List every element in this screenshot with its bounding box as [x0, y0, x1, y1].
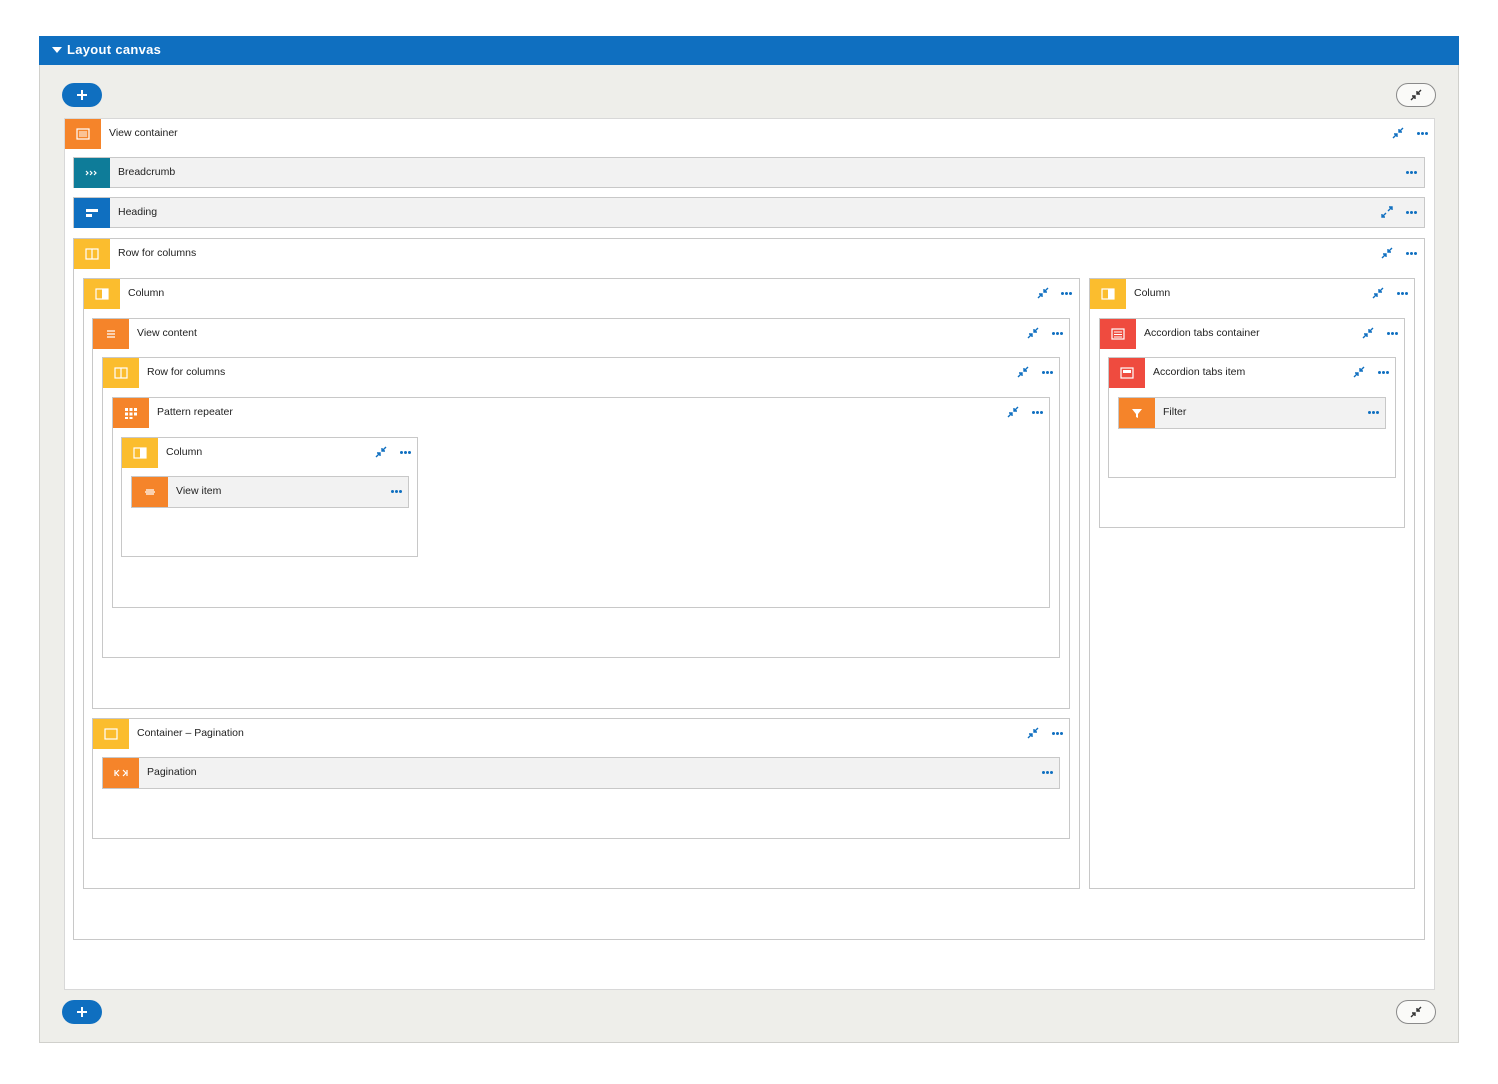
accordion-icon [1100, 319, 1136, 349]
collapse-icon[interactable] [1392, 127, 1404, 139]
collapse-all-button-top[interactable] [1396, 83, 1436, 107]
pagination-element[interactable]: Pagination [102, 757, 1060, 789]
container-icon [93, 719, 129, 749]
element-label: Heading [118, 206, 158, 218]
add-element-button-top[interactable] [62, 83, 102, 107]
element-label: Column [166, 446, 203, 458]
element-label: Column [128, 287, 165, 299]
collapse-icon[interactable] [1037, 287, 1049, 299]
element-label: Column [1134, 287, 1171, 299]
collapse-icon[interactable] [1027, 727, 1039, 739]
element-label: Pagination [147, 766, 197, 778]
heading-icon [74, 198, 110, 228]
list-icon [65, 119, 101, 149]
collapse-all-button-bottom[interactable] [1396, 1000, 1436, 1024]
collapse-icon[interactable] [1353, 366, 1365, 378]
element-label: Pattern repeater [157, 406, 233, 418]
breadcrumb-icon [74, 158, 110, 188]
more-options-icon[interactable] [391, 488, 405, 496]
more-options-icon[interactable] [1406, 209, 1420, 217]
more-options-icon[interactable] [1052, 730, 1066, 738]
collapse-icon[interactable] [1027, 327, 1039, 339]
list-icon [93, 319, 129, 349]
expand-icon[interactable] [1381, 206, 1393, 218]
accordion-icon [1109, 358, 1145, 388]
more-options-icon[interactable] [1032, 409, 1046, 417]
collapse-icon[interactable] [1007, 406, 1019, 418]
caret-down-icon [52, 47, 62, 53]
element-label: View container [109, 127, 178, 139]
filter-element[interactable]: Filter [1118, 397, 1386, 429]
item-icon [132, 477, 168, 507]
more-options-icon[interactable] [1368, 409, 1382, 417]
columns-icon [103, 358, 139, 388]
filter-icon [1119, 398, 1155, 428]
element-label: Row for columns [147, 366, 226, 378]
layout-canvas-header[interactable]: Layout canvas [39, 36, 1459, 65]
more-options-icon[interactable] [1387, 330, 1401, 338]
pagination-icon [103, 758, 139, 788]
element-label: Filter [1163, 406, 1187, 418]
columns-icon [74, 239, 110, 269]
more-options-icon[interactable] [400, 449, 414, 457]
panel-title: Layout canvas [67, 42, 162, 57]
element-label: Breadcrumb [118, 166, 176, 178]
compress-icon [1410, 89, 1422, 101]
heading-element[interactable]: Heading [73, 197, 1425, 228]
element-label: Row for columns [118, 247, 197, 259]
breadcrumb-element[interactable]: Breadcrumb [73, 157, 1425, 188]
column-icon [1090, 279, 1126, 309]
element-label: Accordion tabs container [1144, 327, 1260, 339]
more-options-icon[interactable] [1397, 290, 1411, 298]
compress-icon [1410, 1006, 1422, 1018]
collapse-icon[interactable] [1017, 366, 1029, 378]
element-label: View item [176, 485, 222, 497]
more-options-icon[interactable] [1378, 369, 1392, 377]
more-options-icon[interactable] [1052, 330, 1066, 338]
element-label: Container – Pagination [137, 727, 244, 739]
collapse-icon[interactable] [375, 446, 387, 458]
column-icon [122, 438, 158, 468]
element-label: View content [137, 327, 197, 339]
collapse-icon[interactable] [1362, 327, 1374, 339]
collapse-icon[interactable] [1381, 247, 1393, 259]
view-item-element[interactable]: View item [131, 476, 409, 508]
more-options-icon[interactable] [1061, 290, 1075, 298]
more-options-icon[interactable] [1406, 169, 1420, 177]
column-icon [84, 279, 120, 309]
grid-icon [113, 398, 149, 428]
element-label: Accordion tabs item [1153, 366, 1246, 378]
more-options-icon[interactable] [1417, 130, 1431, 138]
more-options-icon[interactable] [1042, 769, 1056, 777]
collapse-icon[interactable] [1372, 287, 1384, 299]
more-options-icon[interactable] [1042, 369, 1056, 377]
more-options-icon[interactable] [1406, 250, 1420, 258]
add-element-button-bottom[interactable] [62, 1000, 102, 1024]
